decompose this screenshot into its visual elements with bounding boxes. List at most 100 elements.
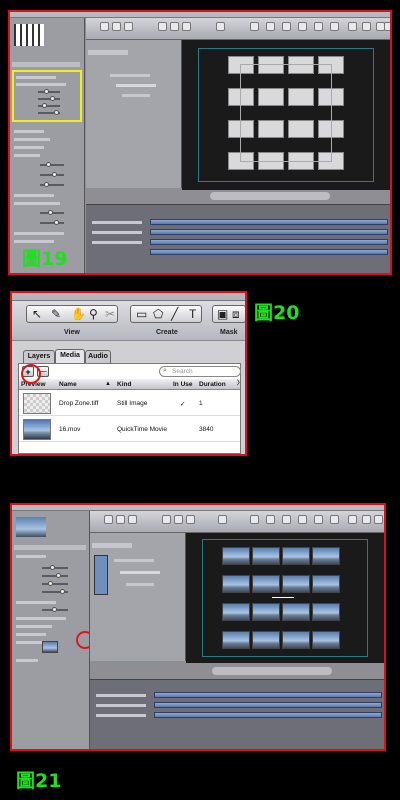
movie-thumbnail — [23, 419, 51, 440]
layers-tabs[interactable] — [88, 50, 128, 55]
layers-panel — [86, 40, 182, 188]
mask-tool-icon[interactable] — [216, 22, 225, 31]
tab-media[interactable]: Media — [55, 349, 85, 363]
transport-controls[interactable] — [212, 667, 332, 675]
layer-thumbnails — [94, 555, 108, 595]
view-tools-group[interactable]: ↖ ✎ ✋ ⚲ ✂ — [26, 305, 118, 323]
row-name: Drop Zone.tiff — [59, 400, 99, 407]
search-icon: ⌕ — [163, 367, 167, 374]
new-camera-icon[interactable] — [250, 22, 259, 31]
timeline-panel — [90, 679, 384, 749]
column-headers: Preview Name ▲ Kind In Use Duration 〉 — [19, 379, 243, 390]
canvas[interactable] — [186, 533, 384, 663]
rectangle-tool-icon[interactable]: ▭ — [136, 307, 147, 321]
layers-tabs[interactable] — [92, 543, 132, 548]
inspector-tabs[interactable] — [12, 62, 80, 67]
tab-layers[interactable]: Layers — [23, 350, 55, 363]
zoom-tool-icon[interactable]: ⚲ — [89, 307, 98, 321]
select-tool-icon[interactable] — [104, 515, 113, 524]
screenshot-fig19 — [8, 10, 392, 275]
mask-group-label: Mask — [220, 329, 238, 336]
preview-thumbnail — [16, 517, 46, 537]
mask-tools-group[interactable]: ▣ ⧈ — [212, 305, 245, 323]
col-name[interactable]: Name — [59, 379, 77, 390]
file-browser-icon[interactable] — [362, 515, 371, 524]
mask-tool-icon[interactable] — [218, 515, 227, 524]
select-tool-icon[interactable] — [100, 22, 109, 31]
table-row[interactable]: Drop Zone.tiff Still Image ✓ 1 — [19, 392, 240, 416]
hud-icon[interactable] — [348, 515, 357, 524]
hand-tool-icon[interactable] — [116, 515, 125, 524]
inspector-icon[interactable] — [384, 22, 390, 31]
tab-audio[interactable]: Audio — [85, 350, 111, 363]
figure-label-21: 圖21 — [16, 770, 62, 792]
column-overflow-icon[interactable]: 〉 — [237, 379, 243, 390]
make-particles-icon[interactable] — [314, 515, 323, 524]
zoom-tool-icon[interactable] — [128, 515, 137, 524]
inspector-icon[interactable] — [374, 515, 383, 524]
screenshot-fig21 — [10, 503, 386, 751]
table-row[interactable]: 16.mov QuickTime Movie 3840 — [19, 418, 240, 442]
add-behavior-icon[interactable] — [282, 515, 291, 524]
hand-tool-icon[interactable]: ✋ — [71, 307, 86, 321]
text-tool-icon[interactable] — [182, 22, 191, 31]
col-kind[interactable]: Kind — [117, 379, 131, 390]
main-toolbar — [90, 511, 384, 533]
selection-handle-line[interactable] — [272, 597, 294, 598]
figure-label-19: 圖19 — [22, 248, 68, 270]
search-placeholder: Search — [172, 368, 193, 375]
text-tool-icon[interactable] — [186, 515, 195, 524]
add-filter-icon[interactable] — [298, 22, 307, 31]
canvas[interactable] — [182, 40, 390, 190]
paint-stroke-icon[interactable]: ╱ — [171, 307, 178, 321]
hud-icon[interactable] — [348, 22, 357, 31]
bezier-mask-icon[interactable]: ⧈ — [232, 307, 240, 322]
row-kind: Still Image — [117, 400, 148, 407]
hand-tool-icon[interactable] — [112, 22, 121, 31]
row-name: 16.mov — [59, 426, 81, 433]
scissors-icon[interactable]: ✂ — [105, 307, 115, 321]
bezier-tool-icon[interactable]: ⬠ — [153, 307, 163, 321]
pen-adjust-icon[interactable]: ✎ — [51, 307, 61, 321]
row-in-use: ✓ — [180, 401, 186, 408]
arrow-tool-icon[interactable]: ↖ — [32, 307, 42, 321]
new-camera-icon[interactable] — [250, 515, 259, 524]
toolbar: ↖ ✎ ✋ ⚲ ✂ View ▭ ⬠ ╱ T Create ▣ ⧈ Mask — [12, 301, 245, 341]
row-kind: QuickTime Movie — [117, 426, 167, 433]
view-group-label: View — [64, 329, 80, 336]
new-light-icon[interactable] — [266, 22, 275, 31]
zoom-tool-icon[interactable] — [124, 22, 133, 31]
rect-mask-icon[interactable]: ▣ — [217, 307, 228, 321]
create-group-label: Create — [156, 329, 178, 336]
text-tool-icon[interactable]: T — [189, 307, 196, 321]
file-browser-icon[interactable] — [362, 22, 371, 31]
new-light-icon[interactable] — [266, 515, 275, 524]
screenshot-fig20: ↖ ✎ ✋ ⚲ ✂ View ▭ ⬠ ╱ T Create ▣ ⧈ Mask L… — [10, 291, 247, 456]
pen-tool-icon[interactable] — [170, 22, 179, 31]
make-particles-icon[interactable] — [314, 22, 323, 31]
shape-tool-icon[interactable] — [162, 515, 171, 524]
timeline-panel — [86, 204, 390, 273]
replicate-icon[interactable] — [330, 22, 339, 31]
replicate-icon[interactable] — [330, 515, 339, 524]
selection-bounds[interactable] — [240, 64, 332, 162]
inspector-tabs[interactable] — [14, 545, 86, 550]
window-titlebar — [12, 293, 245, 301]
add-filter-icon[interactable] — [298, 515, 307, 524]
create-tools-group[interactable]: ▭ ⬠ ╱ T — [130, 305, 202, 323]
yellow-highlight-box — [12, 70, 82, 122]
main-toolbar — [86, 18, 390, 40]
transport-controls[interactable] — [210, 192, 330, 200]
red-highlight-circle — [21, 364, 41, 384]
col-duration[interactable]: Duration — [199, 379, 226, 390]
figure-label-20: 圖20 — [254, 302, 300, 324]
shape-tool-icon[interactable] — [158, 22, 167, 31]
sort-ascending-icon: ▲ — [105, 381, 111, 387]
preview-thumbnail — [14, 24, 44, 46]
layers-panel — [90, 533, 186, 661]
search-field[interactable]: ⌕ Search — [159, 366, 241, 377]
source-well-thumbnail[interactable] — [42, 641, 58, 653]
col-in-use[interactable]: In Use — [173, 379, 193, 390]
pen-tool-icon[interactable] — [174, 515, 183, 524]
add-behavior-icon[interactable] — [282, 22, 291, 31]
